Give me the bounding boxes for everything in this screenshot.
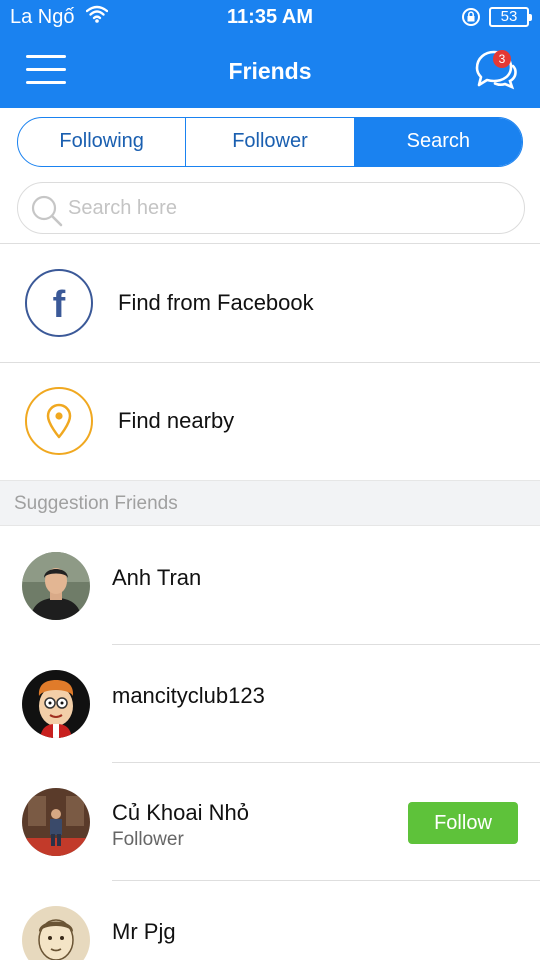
search-bar	[17, 182, 525, 234]
avatar[interactable]	[22, 906, 90, 960]
page-title: Friends	[228, 58, 312, 84]
section-title: Suggestion Friends	[14, 493, 178, 514]
search-icon	[30, 194, 64, 233]
find-facebook-row[interactable]: f Find from Facebook	[0, 244, 540, 362]
location-pin-icon	[25, 387, 93, 455]
facebook-icon: f	[25, 269, 93, 337]
list-item[interactable]: mancityclub123	[0, 645, 540, 763]
follow-button[interactable]: Follow	[408, 802, 518, 844]
avatar[interactable]	[22, 670, 90, 738]
list-item[interactable]: Anh Tran	[0, 527, 540, 645]
friend-name[interactable]: Mr Pjg	[112, 919, 176, 945]
messages-button[interactable]: 3	[470, 46, 518, 94]
find-facebook-label: Find from Facebook	[118, 290, 314, 315]
search-input[interactable]	[68, 191, 508, 225]
tab-follower[interactable]: Follower	[185, 118, 353, 166]
friend-name[interactable]: Anh Tran	[112, 565, 201, 591]
avatar[interactable]	[22, 788, 90, 856]
status-time: 11:35 AM	[227, 6, 313, 28]
find-nearby-row[interactable]: Find nearby	[0, 362, 540, 480]
avatar[interactable]	[22, 552, 90, 620]
tab-following[interactable]: Following	[18, 118, 185, 166]
friend-name[interactable]: mancityclub123	[112, 683, 265, 709]
friend-status: Follower	[112, 829, 184, 850]
tab-search[interactable]: Search	[353, 118, 522, 166]
friend-name[interactable]: Củ Khoai Nhỏ	[112, 800, 249, 826]
svg-text:f: f	[53, 284, 66, 326]
suggestion-section-header: Suggestion Friends	[0, 480, 540, 526]
find-nearby-label: Find nearby	[118, 408, 235, 433]
status-bar: La Ngố 11:35 AM 53	[0, 0, 540, 36]
rotation-lock-icon	[460, 7, 482, 32]
list-item[interactable]: Mr Pjg	[0, 881, 540, 960]
top-bar: La Ngố 11:35 AM 53 Friends 3	[0, 0, 540, 108]
friends-tabs: Following Follower Search	[17, 117, 523, 167]
list-item[interactable]: Củ Khoai Nhỏ Follower Follow	[0, 763, 540, 881]
notification-badge: 3	[493, 50, 511, 68]
battery-indicator: 53	[489, 7, 532, 27]
